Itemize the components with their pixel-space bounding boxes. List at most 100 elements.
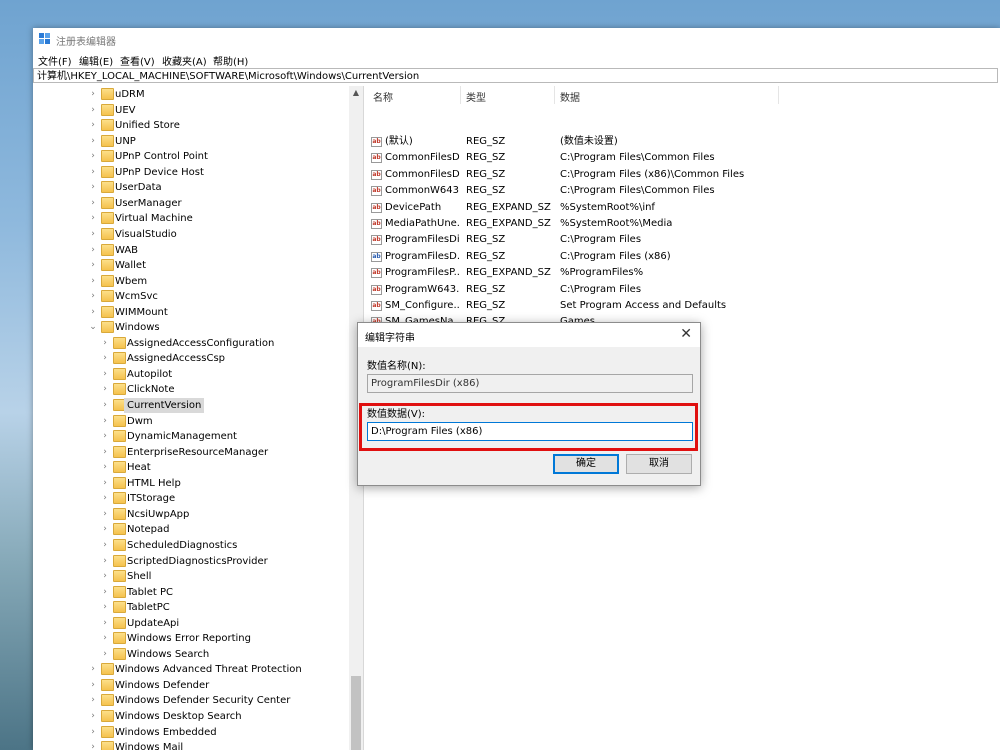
tree-item[interactable]: › EnterpriseResourceManager — [33, 445, 349, 460]
chevron-right-icon[interactable]: › — [101, 382, 109, 397]
tree-item[interactable]: › Wallet — [33, 258, 349, 273]
chevron-right-icon[interactable]: › — [89, 274, 97, 289]
chevron-right-icon[interactable]: › — [89, 180, 97, 195]
tree-item[interactable]: › Notepad — [33, 522, 349, 537]
menu-view[interactable]: 查看(V) — [120, 53, 155, 68]
tree-item[interactable]: › Tablet PC — [33, 585, 349, 600]
tree-item[interactable]: › Wbem — [33, 274, 349, 289]
column-type-header[interactable]: 类型 — [466, 89, 486, 104]
chevron-right-icon[interactable]: › — [101, 460, 109, 475]
chevron-right-icon[interactable]: › — [89, 211, 97, 226]
column-name-header[interactable]: 名称 — [373, 89, 393, 104]
tree-item[interactable]: › Windows Defender Security Center — [33, 693, 349, 708]
chevron-right-icon[interactable]: › — [101, 616, 109, 631]
tree-item[interactable]: › UserData — [33, 180, 349, 195]
menu-favorites[interactable]: 收藏夹(A) — [162, 53, 207, 68]
chevron-right-icon[interactable]: › — [89, 258, 97, 273]
chevron-right-icon[interactable]: › — [89, 725, 97, 740]
chevron-right-icon[interactable]: › — [89, 289, 97, 304]
tree-item[interactable]: › WAB — [33, 243, 349, 258]
tree-item[interactable]: › VisualStudio — [33, 227, 349, 242]
tree-item[interactable]: › Windows Mail — [33, 740, 349, 750]
tree-item[interactable]: › Windows Embedded — [33, 725, 349, 740]
chevron-right-icon[interactable]: › — [101, 507, 109, 522]
tree-item[interactable]: › UserManager — [33, 196, 349, 211]
chevron-right-icon[interactable]: › — [89, 149, 97, 164]
tree-item[interactable]: › Unified Store — [33, 118, 349, 133]
tree-item[interactable]: › uDRM — [33, 87, 349, 102]
tree-item[interactable]: › Windows Search — [33, 647, 349, 662]
chevron-right-icon[interactable]: › — [89, 165, 97, 180]
tree-item[interactable]: › Windows Desktop Search — [33, 709, 349, 724]
scroll-up-arrow-icon[interactable]: ▲ — [349, 86, 363, 100]
tree-item[interactable]: › UPnP Control Point — [33, 149, 349, 164]
tree-item[interactable]: ⌄ Windows — [33, 320, 349, 335]
column-divider[interactable] — [554, 86, 555, 104]
list-row[interactable]: ab DevicePath REG_EXPAND_SZ %SystemRoot%\in… — [366, 200, 1000, 216]
tree-item[interactable]: › WcmSvc — [33, 289, 349, 304]
chevron-right-icon[interactable]: › — [101, 445, 109, 460]
list-row[interactable]: ab ProgramW643... REG_SZ C:\Program Files — [366, 282, 1000, 298]
chevron-right-icon[interactable]: › — [89, 662, 97, 677]
chevron-right-icon[interactable]: › — [101, 554, 109, 569]
chevron-right-icon[interactable]: › — [89, 243, 97, 258]
menu-edit[interactable]: 编辑(E) — [79, 53, 113, 68]
chevron-right-icon[interactable]: › — [101, 367, 109, 382]
tree-item[interactable]: › ITStorage — [33, 491, 349, 506]
tree-item[interactable]: › TabletPC — [33, 600, 349, 615]
tree-item[interactable]: › UEV — [33, 103, 349, 118]
tree-item[interactable]: › NcsiUwpApp — [33, 507, 349, 522]
chevron-right-icon[interactable]: › — [101, 351, 109, 366]
chevron-right-icon[interactable]: › — [101, 538, 109, 553]
list-row[interactable]: ab CommonFilesDir REG_SZ C:\Program Files\C… — [366, 150, 1000, 166]
tree-item[interactable]: › Virtual Machine — [33, 211, 349, 226]
chevron-right-icon[interactable]: › — [89, 118, 97, 133]
chevron-right-icon[interactable]: › — [101, 414, 109, 429]
tree-item[interactable]: › Shell — [33, 569, 349, 584]
chevron-right-icon[interactable]: › — [101, 647, 109, 662]
menu-file[interactable]: 文件(F) — [38, 53, 72, 68]
chevron-right-icon[interactable]: › — [101, 569, 109, 584]
chevron-right-icon[interactable]: › — [101, 398, 109, 413]
chevron-right-icon[interactable]: › — [89, 740, 97, 750]
chevron-right-icon[interactable]: › — [89, 103, 97, 118]
value-name-field[interactable] — [367, 374, 693, 393]
tree-item[interactable]: › Windows Defender — [33, 678, 349, 693]
list-row[interactable]: ab (默认) REG_SZ (数值未设置) — [366, 134, 1000, 150]
tree-item[interactable]: › UNP — [33, 134, 349, 149]
chevron-right-icon[interactable]: › — [101, 522, 109, 537]
tree-item[interactable]: › Windows Error Reporting — [33, 631, 349, 646]
list-row[interactable]: ab ProgramFilesP... REG_EXPAND_SZ %ProgramF… — [366, 265, 1000, 281]
tree-item[interactable]: › Windows Advanced Threat Protection — [33, 662, 349, 677]
chevron-right-icon[interactable]: › — [89, 134, 97, 149]
list-row[interactable]: ab SM_Configure... REG_SZ Set Program Acces… — [366, 298, 1000, 314]
column-divider[interactable] — [778, 86, 779, 104]
chevron-down-icon[interactable]: ⌄ — [89, 320, 97, 335]
chevron-right-icon[interactable]: › — [89, 196, 97, 211]
chevron-right-icon[interactable]: › — [101, 585, 109, 600]
tree-item[interactable]: › WIMMount — [33, 305, 349, 320]
chevron-right-icon[interactable]: › — [101, 631, 109, 646]
tree-item[interactable]: › HTML Help — [33, 476, 349, 491]
chevron-right-icon[interactable]: › — [89, 709, 97, 724]
tree-item[interactable]: › CurrentVersion — [33, 398, 349, 413]
chevron-right-icon[interactable]: › — [89, 87, 97, 102]
menu-help[interactable]: 帮助(H) — [213, 53, 248, 68]
list-row[interactable]: ab MediaPathUne... REG_EXPAND_SZ %SystemRoo… — [366, 216, 1000, 232]
chevron-right-icon[interactable]: › — [101, 476, 109, 491]
list-row[interactable]: ab ProgramFilesD... REG_SZ C:\Program Files… — [366, 249, 1000, 265]
tree-item[interactable]: › UPnP Device Host — [33, 165, 349, 180]
chevron-right-icon[interactable]: › — [101, 336, 109, 351]
ok-button[interactable]: 确定 — [553, 454, 619, 474]
tree-item[interactable]: › Autopilot — [33, 367, 349, 382]
cancel-button[interactable]: 取消 — [626, 454, 692, 474]
column-data-header[interactable]: 数据 — [560, 89, 580, 104]
tree-item[interactable]: › AssignedAccessConfiguration — [33, 336, 349, 351]
list-row[interactable]: ab ProgramFilesDir REG_SZ C:\Program Files — [366, 232, 1000, 248]
dialog-title-bar[interactable]: 编辑字符串 ✕ — [358, 323, 700, 347]
tree-item[interactable]: › UpdateApi — [33, 616, 349, 631]
tree-item[interactable]: › AssignedAccessCsp — [33, 351, 349, 366]
chevron-right-icon[interactable]: › — [89, 305, 97, 320]
chevron-right-icon[interactable]: › — [101, 600, 109, 615]
tree-item[interactable]: › Dwm — [33, 414, 349, 429]
